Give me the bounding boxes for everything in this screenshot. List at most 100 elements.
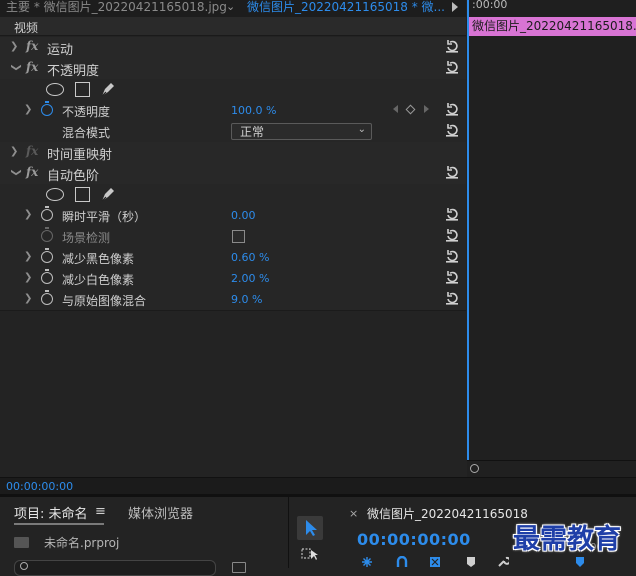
ruler-time-label: :00:00	[472, 0, 508, 11]
rectangle-mask-icon[interactable]	[75, 82, 90, 97]
effect-row-opacity[interactable]: ❯ fx 不透明度	[0, 58, 466, 80]
search-input[interactable]	[14, 560, 216, 576]
auto-levels-property-row[interactable]: ❯ 与原始图像混合 9.0 %	[0, 289, 466, 311]
blend-mode-row[interactable]: 混合模式 正常 ⌄	[0, 121, 466, 143]
chevron-down-icon[interactable]: ⌄	[226, 0, 235, 14]
chevron-right-icon[interactable]: ❯	[24, 104, 32, 115]
search-icon	[20, 562, 28, 570]
tab-program-monitor[interactable]: 微信图片_20220421165018	[367, 505, 528, 522]
effect-timeline[interactable]	[467, 0, 636, 477]
playhead[interactable]	[467, 0, 469, 460]
ellipse-mask-icon[interactable]	[46, 83, 64, 96]
property-value[interactable]: 9.0 %	[231, 293, 262, 306]
chevron-right-icon[interactable]: ❯	[24, 251, 32, 262]
chevron-right-icon[interactable]: ❯	[10, 41, 18, 52]
video-section-label: 视频	[14, 21, 39, 35]
chevron-right-icon[interactable]: ❯	[24, 293, 32, 304]
panel-menu-icon[interactable]: ≡	[95, 504, 106, 519]
stopwatch-icon[interactable]	[41, 101, 53, 116]
reset-icon[interactable]	[445, 102, 459, 116]
rectangle-mask-icon[interactable]	[75, 187, 90, 202]
pen-mask-icon[interactable]	[100, 186, 116, 202]
reset-icon[interactable]	[445, 165, 459, 179]
zoom-handle-icon[interactable]	[470, 464, 479, 473]
effect-row-time-remap[interactable]: ❯ fx 时间重映射	[0, 142, 466, 164]
fx-icon[interactable]: fx	[26, 60, 38, 74]
opacity-property-row[interactable]: ❯ 不透明度 100.0 %	[0, 100, 466, 122]
snap-icon[interactable]	[361, 556, 373, 568]
stopwatch-icon[interactable]	[41, 290, 53, 305]
active-tab-indicator	[14, 523, 104, 525]
property-name: 与原始图像混合	[62, 294, 147, 308]
playhead-marker-icon[interactable]	[574, 556, 586, 568]
tab-project[interactable]: 项目: 未命名	[14, 503, 88, 522]
stopwatch-icon[interactable]	[41, 269, 53, 284]
play-icon[interactable]	[452, 2, 458, 12]
property-value[interactable]: 100.0 %	[231, 104, 276, 117]
project-file-name: 未命名.prproj	[44, 536, 120, 550]
property-value[interactable]: 2.00 %	[231, 272, 269, 285]
chevron-down-icon[interactable]: ❯	[11, 168, 22, 176]
stopwatch-icon[interactable]	[41, 206, 53, 221]
clip-tab-label[interactable]: 微信图片_20220421165018 * 微...	[247, 0, 462, 14]
property-name: 减少白色像素	[62, 273, 135, 287]
property-value[interactable]: 0.00	[231, 209, 256, 222]
reset-icon[interactable]	[445, 60, 459, 74]
watermark-logo: 最需教育	[513, 524, 621, 555]
effect-row-auto-levels[interactable]: ❯ fx 自动色阶	[0, 163, 466, 185]
chevron-right-icon[interactable]: ❯	[24, 209, 32, 220]
auto-levels-property-row[interactable]: ❯ 减少白色像素 2.00 %	[0, 268, 466, 290]
property-name: 瞬时平滑（秒）	[62, 210, 147, 224]
chevron-right-icon[interactable]: ❯	[24, 272, 32, 283]
effect-name: 自动色阶	[47, 169, 100, 184]
add-marker-icon[interactable]	[465, 556, 477, 568]
chevron-right-icon[interactable]: ❯	[10, 146, 18, 157]
property-name: 场景检测	[62, 231, 111, 245]
reset-icon[interactable]	[445, 249, 459, 263]
reset-icon[interactable]	[445, 270, 459, 284]
auto-levels-property-row[interactable]: ❯ 减少黑色像素 0.60 %	[0, 247, 466, 269]
chevron-down-icon: ⌄	[357, 124, 366, 135]
tab-media-browser[interactable]: 媒体浏览器	[128, 503, 193, 522]
folder-icon	[14, 537, 29, 548]
selection-arrow-icon	[306, 520, 317, 536]
fx-icon[interactable]: fx	[26, 39, 38, 53]
mask-tools-row	[0, 184, 466, 206]
scene-detect-checkbox[interactable]	[232, 230, 245, 243]
mask-tools-row	[0, 79, 466, 101]
reset-icon[interactable]	[445, 39, 459, 53]
previous-keyframe-icon[interactable]	[393, 105, 398, 113]
ellipse-mask-icon[interactable]	[46, 188, 64, 201]
video-section-header	[0, 17, 466, 36]
reset-icon[interactable]	[445, 228, 459, 242]
timeline-clip[interactable]: 微信图片_20220421165018.jpg	[468, 17, 636, 36]
property-name: 减少黑色像素	[62, 252, 135, 266]
current-timecode[interactable]: 00:00:00:00	[6, 480, 73, 493]
add-keyframe-icon[interactable]	[405, 104, 416, 115]
blend-mode-select[interactable]: 正常 ⌄	[231, 123, 372, 140]
magnet-icon[interactable]	[396, 556, 408, 568]
linked-selection-icon[interactable]	[429, 556, 441, 568]
blend-mode-value: 正常	[240, 125, 265, 139]
close-icon[interactable]: ×	[349, 507, 358, 520]
auto-levels-property-row[interactable]: ❯ 瞬时平滑（秒） 0.00	[0, 205, 466, 227]
property-name: 混合模式	[62, 126, 111, 140]
timecode-bar	[0, 477, 636, 495]
sequence-tab-label[interactable]: 主要 * 微信图片_20220421165018.jpg	[6, 0, 227, 14]
effect-row-motion[interactable]: ❯ fx 运动	[0, 37, 466, 59]
reset-icon[interactable]	[445, 291, 459, 305]
next-keyframe-icon[interactable]	[424, 105, 429, 113]
timeline-zoom-bar[interactable]	[467, 460, 636, 478]
auto-levels-property-row[interactable]: 场景检测	[0, 226, 466, 248]
wrench-icon[interactable]	[497, 556, 509, 568]
fx-icon[interactable]: fx	[26, 165, 38, 179]
reset-icon[interactable]	[445, 123, 459, 137]
stopwatch-icon[interactable]	[41, 248, 53, 263]
track-select-tool-icon[interactable]	[301, 547, 321, 561]
effect-name: 运动	[47, 43, 74, 58]
pen-mask-icon[interactable]	[100, 81, 116, 97]
property-value[interactable]: 0.60 %	[231, 251, 269, 264]
chevron-down-icon[interactable]: ❯	[11, 63, 22, 71]
program-timecode[interactable]: 00:00:00:00	[357, 530, 471, 549]
reset-icon[interactable]	[445, 207, 459, 221]
